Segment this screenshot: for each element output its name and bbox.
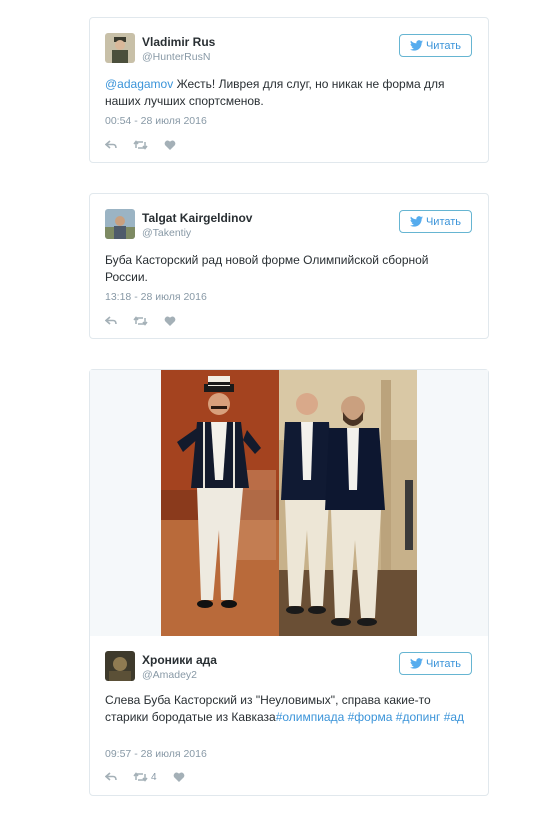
reply-icon[interactable] — [105, 316, 117, 326]
author-handle[interactable]: @Takentiy — [142, 227, 191, 239]
retweet-icon[interactable] — [133, 316, 148, 326]
reply-icon[interactable] — [105, 140, 117, 150]
tweet-photo — [161, 370, 417, 636]
tweet-header: Talgat Kairgeldinov @Takentiy Читать — [105, 209, 473, 241]
retweet-icon[interactable]: 4 — [133, 772, 157, 783]
tweet-text: @adagamov Жесть! Ливрея для слуг, но ник… — [105, 76, 472, 110]
retweet-icon[interactable] — [133, 140, 148, 150]
tweet-card: Vladimir Rus @HunterRusN Читать @adagamo… — [89, 17, 489, 163]
tweet-card: Хроники ада @Amadey2 Читать Слева Буба К… — [89, 369, 489, 796]
reply-icon[interactable] — [105, 772, 117, 782]
follow-label: Читать — [425, 215, 462, 228]
tweet-text: Буба Касторский рад новой форме Олимпийс… — [105, 253, 429, 284]
tweet-media[interactable] — [90, 370, 488, 636]
tweet-header: Vladimir Rus @HunterRusN Читать — [105, 33, 473, 65]
follow-button[interactable]: Читать — [399, 652, 472, 675]
avatar[interactable] — [105, 33, 135, 63]
author-name[interactable]: Хроники ада — [142, 653, 217, 667]
follow-label: Читать — [425, 39, 462, 52]
hashtag-link[interactable]: #форма — [348, 710, 393, 724]
author-handle[interactable]: @Amadey2 — [142, 669, 197, 681]
author-handle[interactable]: @HunterRusN — [142, 51, 210, 63]
twitter-bird-icon — [409, 658, 423, 669]
retweet-count: 4 — [151, 771, 157, 783]
tweet-actions — [105, 138, 192, 152]
author-name[interactable]: Vladimir Rus — [142, 35, 215, 49]
hashtag-link[interactable]: #ад — [444, 710, 464, 724]
tweet-card: Talgat Kairgeldinov @Takentiy Читать Буб… — [89, 193, 489, 339]
avatar[interactable] — [105, 209, 135, 239]
tweet-header: Хроники ада @Amadey2 Читать — [105, 651, 473, 683]
tweet-actions: 4 — [105, 770, 201, 784]
heart-icon[interactable] — [173, 772, 185, 783]
hashtag-link[interactable]: #допинг — [396, 710, 441, 724]
twitter-bird-icon — [409, 40, 423, 51]
tweet-timestamp[interactable]: 09:57 - 28 июля 2016 — [105, 748, 207, 760]
tweet-timestamp[interactable]: 13:18 - 28 июля 2016 — [105, 291, 207, 303]
follow-button[interactable]: Читать — [399, 34, 472, 57]
tweet-text: Слева Буба Касторский из "Неуловимых", с… — [105, 692, 472, 726]
tweet-timestamp[interactable]: 00:54 - 28 июля 2016 — [105, 115, 207, 127]
tweet-actions — [105, 314, 192, 328]
hashtag-link[interactable]: #олимпиада — [276, 710, 345, 724]
heart-icon[interactable] — [164, 316, 176, 327]
heart-icon[interactable] — [164, 140, 176, 151]
twitter-bird-icon — [409, 216, 423, 227]
avatar[interactable] — [105, 651, 135, 681]
mention-link[interactable]: @adagamov — [105, 77, 173, 91]
follow-label: Читать — [425, 657, 462, 670]
author-name[interactable]: Talgat Kairgeldinov — [142, 211, 252, 225]
follow-button[interactable]: Читать — [399, 210, 472, 233]
